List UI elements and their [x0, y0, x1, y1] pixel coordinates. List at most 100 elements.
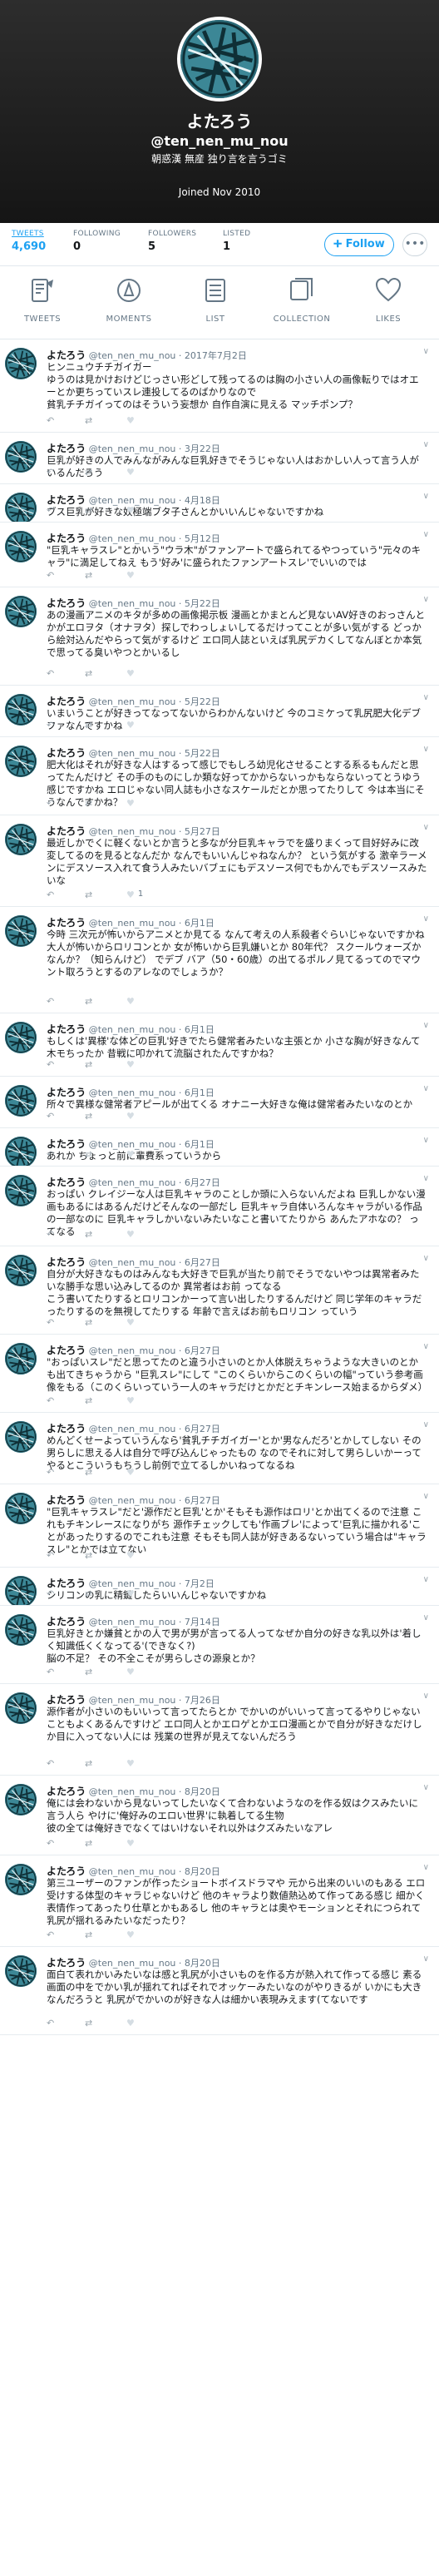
tweet-avatar[interactable] — [5, 1692, 37, 1724]
tweet-avatar[interactable] — [5, 348, 37, 379]
tab-tweets[interactable]: TWEETS — [5, 276, 80, 324]
reply-icon[interactable]: ↶ — [47, 720, 54, 731]
retweet-icon[interactable]: ⇄ — [85, 2018, 92, 2029]
retweet-icon[interactable]: ⇄ — [85, 1758, 92, 1769]
tweet-author-handle[interactable]: @ten_nen_mu_nou — [89, 918, 176, 929]
tweet-avatar[interactable] — [5, 1493, 37, 1524]
tweet-avatar[interactable] — [5, 596, 37, 627]
more-options-button[interactable]: ••• — [402, 233, 427, 256]
like-icon[interactable]: ♥ — [126, 1317, 135, 1328]
tweet-author-name[interactable]: よたろう — [47, 1616, 86, 1627]
tweet-item[interactable]: よたろう @ten_nen_mu_nou · 6月1日 ∨ 今時 三次元が怖いからア… — [0, 907, 439, 1013]
like-icon[interactable]: ♥ — [126, 1930, 135, 1940]
tweet-item[interactable]: よたろう @ten_nen_mu_nou · 5月22日 ∨ いまいうことが好きって… — [0, 686, 439, 737]
tab-list[interactable]: LIST — [178, 276, 253, 324]
stat-listed[interactable]: LISTED 1 — [223, 230, 276, 253]
like-icon[interactable]: ♥ — [126, 570, 135, 581]
tweet-author-name[interactable]: よたろう — [47, 1256, 86, 1268]
follow-button[interactable]: ➕︎ Follow — [324, 233, 394, 256]
tweet-author-name[interactable]: よたろう — [47, 1494, 86, 1506]
reply-icon[interactable]: ↶ — [47, 1758, 54, 1769]
chevron-down-icon[interactable]: ∨ — [423, 1954, 429, 1964]
tweet-date[interactable]: 6月27日 — [185, 1495, 220, 1506]
tweet-item[interactable]: よたろう @ten_nen_mu_nou · 7月2日 ∨ シリコンの乳に精鍵したら… — [0, 1568, 439, 1606]
chevron-down-icon[interactable]: ∨ — [423, 745, 429, 754]
tweet-item[interactable]: よたろう @ten_nen_mu_nou · 8月20日 ∨ 俺には会わないから見な… — [0, 1776, 439, 1855]
chevron-down-icon[interactable]: ∨ — [423, 693, 429, 702]
chevron-down-icon[interactable]: ∨ — [423, 1575, 429, 1584]
tweet-author-handle[interactable]: @ten_nen_mu_nou — [89, 748, 176, 759]
profile-avatar[interactable] — [177, 17, 262, 102]
reply-icon[interactable]: ↶ — [47, 415, 54, 426]
like-icon[interactable]: ♥ — [126, 1588, 135, 1599]
tweet-date[interactable]: 5月22日 — [185, 748, 220, 759]
reply-icon[interactable]: ↶ — [47, 1667, 54, 1677]
like-icon[interactable]: ♥ — [126, 1111, 135, 1122]
chevron-down-icon[interactable]: ∨ — [423, 530, 429, 539]
stat-following[interactable]: FOLLOWING 0 — [73, 230, 126, 253]
tweet-avatar[interactable] — [5, 441, 37, 473]
reply-icon[interactable]: ↶ — [47, 1930, 54, 1940]
tweet-author-handle[interactable]: @ten_nen_mu_nou — [89, 696, 176, 707]
tweet-author-name[interactable]: よたろう — [47, 1087, 86, 1098]
tweet-author-name[interactable]: よたろう — [47, 1957, 86, 1969]
retweet-icon[interactable]: ⇄ — [85, 415, 92, 426]
stat-followers[interactable]: FOLLOWERS 5 — [148, 230, 201, 253]
retweet-icon[interactable]: ⇄ — [85, 1395, 92, 1406]
tweet-avatar[interactable] — [5, 1175, 37, 1206]
tweet-date[interactable]: 7月14日 — [185, 1617, 220, 1627]
tweet-author-handle[interactable]: @ten_nen_mu_nou — [89, 1345, 176, 1356]
tweet-date[interactable]: 6月27日 — [185, 1424, 220, 1434]
reply-icon[interactable]: ↶ — [47, 570, 54, 581]
tweet-date[interactable]: 8月20日 — [185, 1786, 220, 1797]
tweet-avatar[interactable] — [5, 531, 37, 562]
tweet-author-handle[interactable]: @ten_nen_mu_nou — [89, 1786, 176, 1797]
tweet-author-name[interactable]: よたろう — [47, 533, 86, 544]
like-icon[interactable]: ♥ — [126, 467, 135, 478]
tab-moments[interactable]: MOMENTS — [91, 276, 166, 324]
chevron-down-icon[interactable]: ∨ — [423, 1613, 429, 1622]
tweet-author-name[interactable]: よたろう — [47, 696, 86, 707]
like-icon[interactable]: ♥ — [126, 1229, 135, 1240]
tweet-author-handle[interactable]: @ten_nen_mu_nou — [89, 350, 176, 361]
like-icon[interactable]: ♥ — [126, 720, 135, 731]
chevron-down-icon[interactable]: ∨ — [423, 823, 429, 832]
reply-icon[interactable]: ↶ — [47, 668, 54, 679]
reply-icon[interactable]: ↶ — [47, 996, 54, 1007]
like-icon[interactable]: ♥ 1 — [126, 889, 143, 900]
retweet-icon[interactable]: ⇄ — [85, 570, 92, 581]
tweet-item[interactable]: よたろう @ten_nen_mu_nou · 6月27日 ∨ "おっぱいスレ"だと思… — [0, 1335, 439, 1413]
tweet-avatar[interactable] — [5, 1255, 37, 1286]
like-icon[interactable]: ♥ — [126, 668, 135, 679]
tweet-item[interactable]: よたろう @ten_nen_mu_nou · 6月27日 ∨ "巨乳キャラスレ"だと… — [0, 1484, 439, 1568]
tweet-item[interactable]: よたろう @ten_nen_mu_nou · 6月1日 ∨ もしくは'異様'な体どの… — [0, 1013, 439, 1077]
like-icon[interactable]: ♥ — [126, 1667, 135, 1677]
tweet-item[interactable]: よたろう @ten_nen_mu_nou · 4月18日 ∨ ブス巨乳が好きな奴極端… — [0, 484, 439, 523]
tweet-author-name[interactable]: よたろう — [47, 1694, 86, 1706]
tweet-item[interactable]: よたろう @ten_nen_mu_nou · 6月1日 ∨ あれか ちょっと前に輩費… — [0, 1128, 439, 1167]
like-icon[interactable]: ♥ — [126, 2018, 135, 2029]
like-icon[interactable]: ♥ — [126, 1550, 135, 1561]
tweet-avatar[interactable] — [5, 694, 37, 726]
retweet-icon[interactable]: ⇄ — [85, 720, 92, 731]
reply-icon[interactable]: ↶ — [47, 1111, 54, 1122]
tweet-item[interactable]: よたろう @ten_nen_mu_nou · 5月22日 ∨ あの漫画アニメのキタが… — [0, 587, 439, 686]
retweet-icon[interactable]: ⇄ — [85, 1059, 92, 1070]
like-icon[interactable]: ♥ — [126, 1758, 135, 1769]
tweet-date[interactable]: 5月12日 — [185, 533, 220, 544]
tweet-author-handle[interactable]: @ten_nen_mu_nou — [89, 443, 176, 454]
retweet-icon[interactable]: ⇄ — [85, 1550, 92, 1561]
retweet-icon[interactable]: ⇄ — [85, 1317, 92, 1328]
chevron-down-icon[interactable]: ∨ — [423, 914, 429, 924]
reply-icon[interactable]: ↶ — [47, 1229, 54, 1240]
like-icon[interactable]: ♥ — [126, 1395, 135, 1406]
retweet-icon[interactable]: ⇄ — [85, 1467, 92, 1478]
tweet-item[interactable]: よたろう @ten_nen_mu_nou · 7月14日 ∨ 巨乳好きとか嫌貧とかの… — [0, 1606, 439, 1684]
tweet-date[interactable]: 6月27日 — [185, 1257, 220, 1268]
tweet-author-name[interactable]: よたろう — [47, 1865, 86, 1877]
reply-icon[interactable]: ↶ — [47, 889, 54, 900]
tweet-date[interactable]: 2017年7月2日 — [185, 350, 247, 361]
tweet-author-name[interactable]: よたろう — [47, 1138, 86, 1150]
like-icon[interactable]: ♥ — [126, 996, 135, 1007]
tweet-item[interactable]: よたろう @ten_nen_mu_nou · 6月27日 ∨ めんどくせーよっていう… — [0, 1413, 439, 1484]
